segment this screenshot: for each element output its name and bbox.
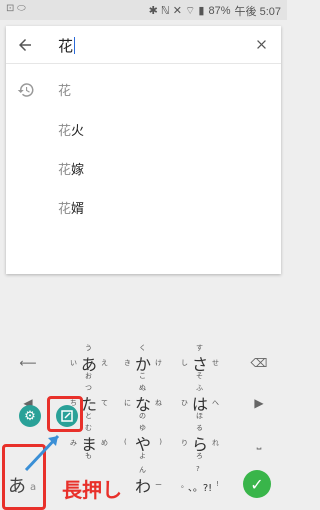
key-ra[interactable]: る り ら れ ろ bbox=[171, 423, 229, 461]
gear-icon[interactable]: ⚙ bbox=[19, 405, 41, 427]
key-char: 、。?! bbox=[187, 483, 213, 494]
long-press-callout: 長押し bbox=[62, 478, 122, 502]
suggestion-suffix: 婿 bbox=[71, 202, 85, 217]
search-query: 花 bbox=[58, 37, 74, 55]
key-na[interactable]: ぬ に な ね の bbox=[114, 383, 172, 421]
flick-down-label: お bbox=[85, 372, 92, 380]
flick-right-label: え bbox=[101, 359, 108, 367]
backspace-key[interactable]: ⌫ bbox=[239, 344, 279, 382]
search-card: 花 花 花火 花嫁 花婿 bbox=[6, 26, 281, 274]
suggestion-prefix: 花 bbox=[58, 84, 72, 99]
notification-icons: ⊡ ⬭ bbox=[6, 3, 26, 14]
key-char: わ bbox=[134, 477, 151, 496]
key-sa[interactable]: す し さ せ そ bbox=[171, 343, 229, 381]
key-wa[interactable]: ん わ ー bbox=[114, 465, 172, 503]
key-punctuation[interactable]: ? 。 、。?! ! bbox=[171, 465, 229, 503]
flick-down-label: こ bbox=[139, 372, 146, 380]
arrow-icon bbox=[24, 434, 60, 472]
flick-right-label: へ bbox=[212, 399, 219, 407]
cursor-right-key[interactable]: ▶ bbox=[239, 384, 279, 422]
undo-key[interactable]: ⟵ bbox=[8, 344, 48, 382]
text-cursor bbox=[74, 37, 76, 54]
flick-up-label: ? bbox=[196, 465, 200, 473]
suggestion-item[interactable]: 花婿 bbox=[6, 188, 281, 226]
suggestion-item[interactable]: 花 bbox=[6, 70, 281, 108]
flick-down-label: も bbox=[85, 452, 92, 460]
suggestion-prefix: 花 bbox=[58, 202, 72, 217]
flick-right-label: ね bbox=[155, 399, 162, 407]
close-icon[interactable] bbox=[254, 37, 269, 52]
flick-down-label: と bbox=[85, 412, 92, 420]
suggestion-suffix: 嫁 bbox=[71, 163, 85, 178]
flick-right-label: せ bbox=[212, 359, 219, 367]
flick-right-label: れ bbox=[212, 439, 219, 447]
flick-down-label: ほ bbox=[196, 412, 203, 420]
flick-right-label: て bbox=[101, 399, 108, 407]
battery-level: 87% bbox=[208, 5, 231, 17]
space-key[interactable]: ⎵ bbox=[239, 424, 279, 462]
suggestion-item[interactable]: 花火 bbox=[6, 110, 281, 148]
flick-down-label: の bbox=[139, 412, 146, 420]
search-bar: 花 bbox=[6, 26, 281, 64]
suggestion-item[interactable]: 花嫁 bbox=[6, 149, 281, 187]
status-bar: ⊡ ⬭ ✱ ℕ ✕ ⌔ ▮ 87% 午後 5:07 bbox=[0, 0, 287, 20]
enter-check-icon[interactable]: ✓ bbox=[243, 470, 271, 498]
status-icons: ✱ ℕ ✕ ⌔ ▮ bbox=[148, 5, 205, 17]
flick-right-label: め bbox=[101, 439, 108, 447]
flick-down-label: よ bbox=[139, 452, 146, 460]
flick-down-label: ろ bbox=[196, 452, 203, 460]
history-icon bbox=[17, 83, 34, 97]
back-arrow-icon[interactable] bbox=[16, 36, 34, 54]
key-ka[interactable]: く き か け こ bbox=[114, 343, 172, 381]
flick-right-label: け bbox=[155, 359, 162, 367]
suggestion-prefix: 花 bbox=[58, 163, 72, 178]
search-input[interactable]: 花 bbox=[58, 35, 76, 56]
suggestion-prefix: 花 bbox=[58, 124, 72, 139]
key-ya[interactable]: ゆ ( や ) よ bbox=[114, 423, 172, 461]
key-ha[interactable]: ふ ひ は へ ほ bbox=[171, 383, 229, 421]
clock: 午後 5:07 bbox=[234, 6, 281, 18]
flick-right-label: ) bbox=[159, 438, 162, 446]
flick-down-label: そ bbox=[196, 372, 203, 380]
key-a[interactable]: う い あ え お bbox=[60, 343, 118, 381]
flick-right-label: ! bbox=[216, 480, 219, 488]
flick-right-label: ー bbox=[155, 481, 162, 489]
suggestion-suffix: 火 bbox=[71, 124, 85, 139]
highlight-box-edit bbox=[47, 396, 83, 432]
